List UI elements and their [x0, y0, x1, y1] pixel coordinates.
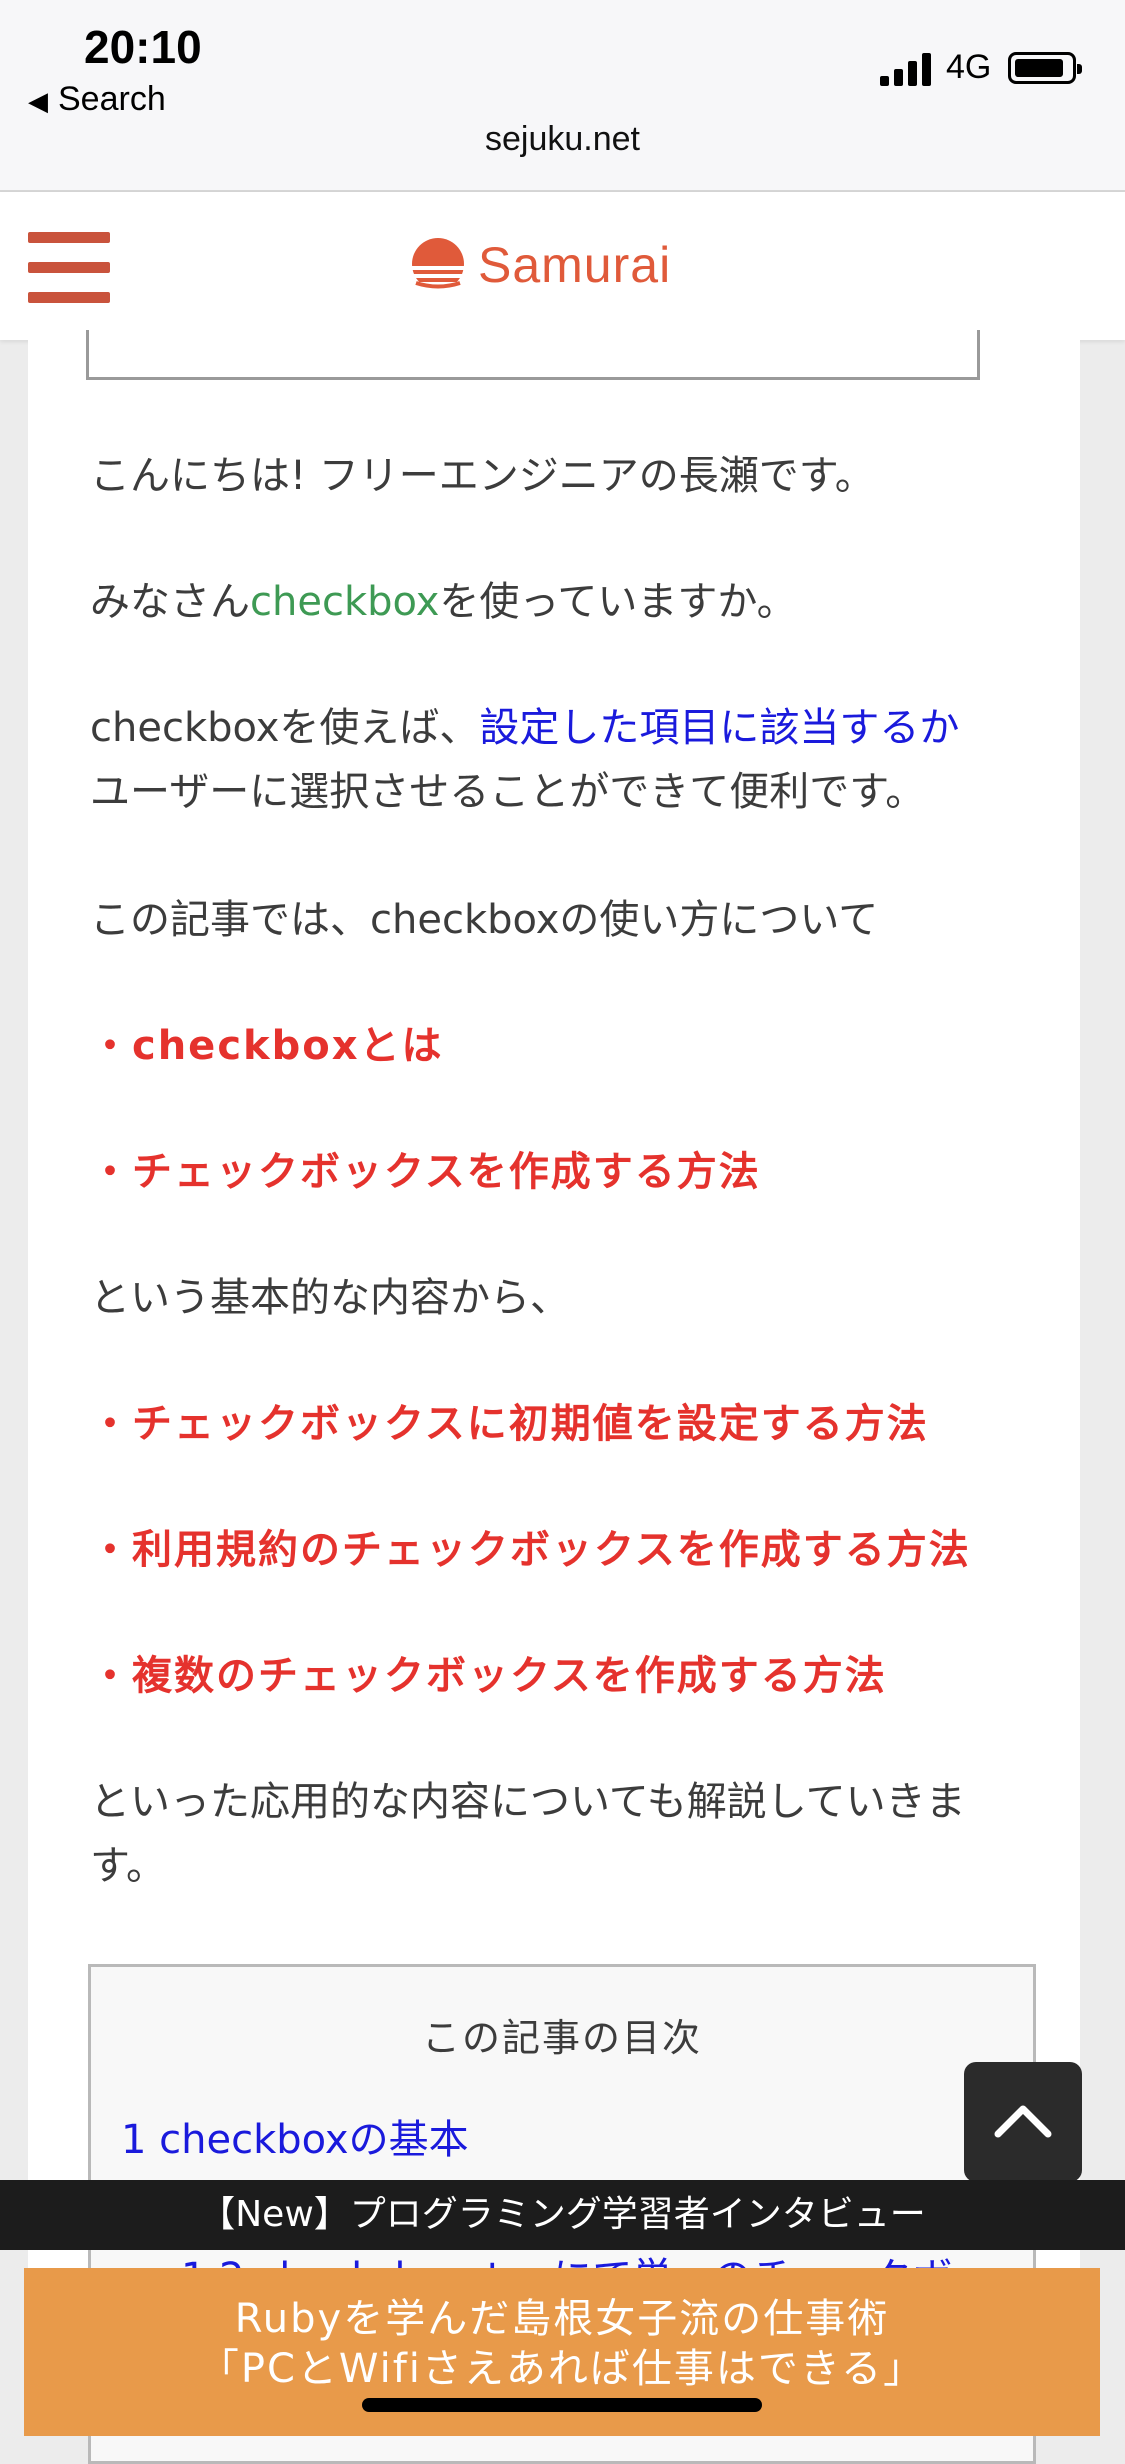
benefit-prefix: checkboxを使えば、: [90, 705, 480, 751]
ad-line: 「PCとWifiさえあれば仕事はできる」: [198, 2346, 926, 2392]
basic-item: ・checkboxとは: [90, 1023, 444, 1069]
question-suffix: を使っていますか。: [439, 579, 797, 625]
previous-box-bottom: [86, 330, 980, 380]
interview-banner[interactable]: 【New】プログラミング学習者インタビュー: [0, 2180, 1125, 2250]
hamburger-menu-icon[interactable]: [28, 232, 110, 304]
samurai-logo[interactable]: Samurai: [408, 236, 670, 296]
sunset-logo-icon: [408, 238, 468, 296]
back-label: Search: [58, 80, 166, 118]
back-triangle-icon: ◀: [28, 86, 48, 116]
advanced-item: ・複数のチェックボックスを作成する方法: [90, 1653, 887, 1699]
closing-line2: す。: [90, 1843, 166, 1889]
battery-icon: [1008, 52, 1082, 84]
network-type: 4G: [946, 48, 992, 86]
logo-text: Samurai: [478, 237, 672, 293]
checkbox-keyword-link[interactable]: checkbox: [250, 579, 439, 625]
basic-item: ・チェックボックスを作成する方法: [90, 1149, 761, 1195]
benefit-line2: ユーザーに選択させることができて便利です。: [90, 769, 926, 815]
basic-outro-paragraph: という基本的な内容から、: [90, 1275, 570, 1321]
home-indicator[interactable]: [362, 2398, 762, 2412]
benefit-paragraph: checkboxを使えば、設定した項目に該当するか ユーザーに選択させることがで…: [90, 696, 1050, 824]
advanced-item: ・チェックボックスに初期値を設定する方法: [90, 1401, 929, 1447]
advanced-item: ・利用規約のチェックボックスを作成する方法: [90, 1527, 971, 1573]
browser-top-bar: 20:10 ◀ Search 4G sejuku.net: [0, 0, 1125, 192]
closing-paragraph: といった応用的な内容についても解説していきま す。: [90, 1770, 1050, 1898]
intro-paragraph: この記事では、checkboxの使い方について: [90, 897, 879, 943]
chevron-up-icon: [994, 2105, 1052, 2138]
question-paragraph: みなさんcheckboxを使っていますか。: [90, 570, 1050, 634]
ad-line: Rubyを学んだ島根女子流の仕事術: [234, 2296, 890, 2342]
toc-link[interactable]: 1 checkboxの基本: [121, 2107, 469, 2165]
toc-title: この記事の目次: [421, 2016, 702, 2060]
back-to-search-button[interactable]: ◀ Search: [28, 80, 166, 119]
cellular-signal-icon: [880, 52, 934, 86]
address-bar[interactable]: sejuku.net: [0, 120, 1125, 159]
site-header: Samurai: [0, 192, 1125, 340]
closing-line1: といった応用的な内容についても解説していきま: [90, 1779, 966, 1825]
question-prefix: みなさん: [90, 579, 250, 625]
scroll-to-top-button[interactable]: [964, 2062, 1082, 2182]
benefit-highlight: 設定した項目に該当するか: [479, 705, 960, 751]
greeting-paragraph: こんにちは! フリーエンジニアの長瀬です。: [90, 453, 875, 499]
status-time: 20:10: [84, 21, 202, 73]
